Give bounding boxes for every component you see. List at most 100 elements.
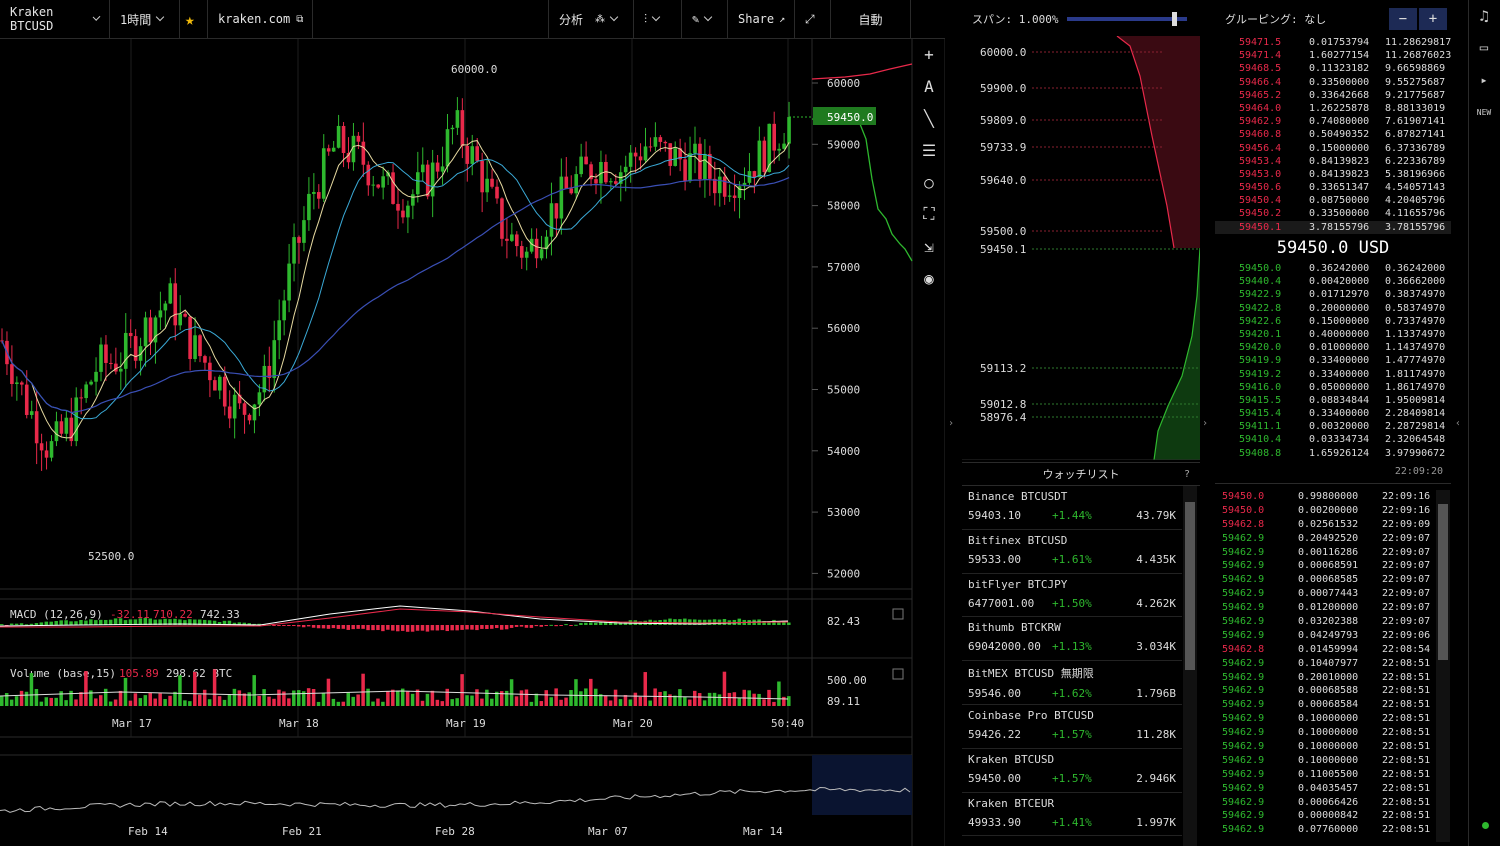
trade-amount: 0.20492520 [1298, 532, 1359, 544]
symbol-selector[interactable]: Kraken BTCUSD [0, 0, 110, 38]
scrollbar-thumb[interactable] [1438, 504, 1448, 660]
auto-scale-button[interactable]: 自動 [831, 0, 911, 38]
orderbook-row[interactable]: 59419.9 0.33400000 1.47774970 [1215, 354, 1451, 367]
increase-grouping-button[interactable]: + [1419, 8, 1447, 30]
fib-tool-icon[interactable]: ☰ [913, 134, 945, 166]
watchlist-item[interactable]: Bithumb BTCKRW 69042000.00 +1.13% 3.034K [962, 617, 1182, 662]
main-chart[interactable]: 60000 59000 58000 57000 56000 55000 54000 53000… [0, 39, 945, 846]
orderbook-row[interactable]: 59450.4 0.08750000 4.20405796 [1215, 194, 1451, 207]
order-price: 59453.0 [1239, 168, 1282, 180]
trade-row: 59462.9 0.20492520 22:09:07 [1222, 532, 1432, 546]
orderbook-row[interactable]: 59422.9 0.01712970 0.38374970 [1215, 288, 1451, 301]
watchlist-item[interactable]: Kraken BTCEUR 49933.90 +1.41% 1.997K [962, 793, 1182, 837]
text-tool-icon[interactable]: A [913, 70, 945, 102]
watchlist-scrollbar[interactable] [1183, 486, 1197, 846]
trade-amount: 0.11005500 [1298, 768, 1359, 780]
analysis-menu[interactable]: 分析 ⁂ [548, 0, 634, 38]
slider-handle[interactable] [1171, 12, 1177, 26]
candlestick-series [0, 97, 791, 471]
orderbook-row[interactable]: 59450.0 0.36242000 0.36242000 [1215, 262, 1451, 275]
terminal-icon[interactable]: ▸ [1469, 64, 1499, 96]
source-link[interactable]: kraken.com ⧉ [208, 0, 313, 38]
measure-tool-icon[interactable]: ⛶ [913, 198, 945, 230]
watchlist-volume: 11.28K [1136, 727, 1176, 741]
orderbook-row[interactable]: 59422.8 0.20000000 0.58374970 [1215, 302, 1451, 315]
orderbook-row[interactable]: 59422.6 0.15000000 0.73374970 [1215, 315, 1451, 328]
scrollbar-thumb[interactable] [1185, 502, 1195, 670]
watchlist-item[interactable]: Bitfinex BTCUSD 59533.00 +1.61% 4.435K [962, 530, 1182, 574]
orderbook-row[interactable]: 59410.4 0.03334734 2.32064548 [1215, 433, 1451, 446]
orderbook-row[interactable]: 59456.4 0.15000000 6.37336789 [1215, 142, 1451, 155]
circle-tool-icon[interactable]: ○ [913, 166, 945, 198]
orderbook-row[interactable]: 59411.1 0.00320000 2.28729814 [1215, 420, 1451, 433]
collapse-right-icon[interactable]: ‹ [1455, 418, 1461, 429]
orderbook-row[interactable]: 59415.5 0.08834844 1.95009814 [1215, 394, 1451, 407]
drawing-menu[interactable]: ✎ [682, 0, 728, 38]
order-price: 59465.2 [1239, 89, 1282, 101]
move-tool-icon[interactable]: ⇲ [913, 230, 945, 262]
interval-selector[interactable]: 1時間 [110, 0, 180, 38]
trades-scrollbar[interactable] [1436, 490, 1450, 842]
trade-amount: 0.00068591 [1298, 560, 1359, 572]
close-icon[interactable] [892, 608, 904, 620]
fullscreen-button[interactable]: ⤢ [795, 0, 831, 38]
orderbook-asks: 59471.5 0.01753794 11.28629817 59471.4 1.602… [1215, 36, 1451, 234]
collapse-left-icon[interactable]: › [1202, 418, 1208, 429]
navigator-window[interactable] [812, 755, 912, 815]
orderbook-row[interactable]: 59450.2 0.33500000 4.11655796 [1215, 207, 1451, 220]
orderbook-row[interactable]: 59420.1 0.40000000 1.13374970 [1215, 328, 1451, 341]
watchlist-item[interactable]: BitMEX BTCUSD 無期限 59546.00 +1.62% 1.796B [962, 661, 1182, 705]
watchlist-change: +1.62% [1052, 687, 1092, 701]
orderbook-row[interactable]: 59471.5 0.01753794 11.28629817 [1215, 36, 1451, 49]
time-tick: Mar 17 [112, 717, 152, 730]
trade-row: 59462.9 0.00068591 22:09:07 [1222, 559, 1432, 573]
decrease-grouping-button[interactable]: − [1389, 8, 1417, 30]
orderbook-row[interactable]: 59408.8 1.65926124 3.97990672 [1215, 447, 1451, 460]
favorite-star-icon[interactable]: ★ [180, 0, 208, 38]
depth-level-label: 60000.0 [980, 46, 1026, 59]
watchlist-item[interactable]: Binance BTCUSDT 59403.10 +1.44% 43.79K [962, 486, 1182, 530]
chat-icon[interactable]: ▭ [1469, 32, 1499, 64]
depth-level-label: 59640.0 [980, 174, 1026, 187]
orderbook-row[interactable]: 59420.0 0.01000000 1.14374970 [1215, 341, 1451, 354]
share-button[interactable]: Share ↗ [728, 0, 795, 38]
orderbook-row[interactable]: 59466.4 0.33500000 9.55275687 [1215, 76, 1451, 89]
orderbook-row[interactable]: 59415.4 0.33400000 2.28409814 [1215, 407, 1451, 420]
orderbook-row[interactable]: 59450.6 0.33651347 4.54057143 [1215, 181, 1451, 194]
close-icon[interactable] [892, 668, 904, 680]
collapse-left-icon[interactable]: › [948, 418, 954, 429]
orderbook-row[interactable]: 59419.2 0.33400000 1.81174970 [1215, 368, 1451, 381]
help-icon[interactable]: ? [1184, 469, 1190, 480]
span-slider[interactable] [1066, 12, 1187, 26]
orderbook-row[interactable]: 59468.5 0.11323182 9.66598869 [1215, 62, 1451, 75]
watchlist-item[interactable]: bitFlyer BTCJPY 6477001.00 +1.50% 4.262K [962, 574, 1182, 618]
bell-icon[interactable]: ♫ [1469, 0, 1499, 32]
order-price: 59420.0 [1239, 342, 1282, 354]
orderbook-bids: 59450.0 0.36242000 0.36242000 59440.4 0.0042… [1215, 262, 1451, 460]
watchlist-change: +1.61% [1052, 552, 1092, 566]
crosshair-icon[interactable]: + [913, 38, 945, 70]
share-label: Share [738, 12, 775, 26]
order-total: 7.61907141 [1385, 116, 1446, 128]
news-icon[interactable]: NEW [1469, 96, 1499, 128]
watchlist-item[interactable]: Kraken BTCUSD 59450.00 +1.57% 2.946K [962, 749, 1182, 793]
orderbook-row[interactable]: 59462.9 0.74080000 7.61907141 [1215, 115, 1451, 128]
orderbook-row[interactable]: 59416.0 0.05000000 1.86174970 [1215, 381, 1451, 394]
depth-chart: 60000.0 59900.0 59809.0 59733.9 59640.0 59500… [962, 36, 1200, 460]
orderbook-row[interactable]: 59460.8 0.50490352 6.87827141 [1215, 128, 1451, 141]
orderbook-row[interactable]: 59450.1 3.78155796 3.78155796 [1215, 220, 1451, 234]
order-price: 59410.4 [1239, 434, 1282, 446]
orderbook-row[interactable]: 59471.4 1.60277154 11.26876023 [1215, 49, 1451, 62]
orderbook-row[interactable]: 59453.4 0.84139823 6.22336789 [1215, 155, 1451, 168]
orderbook-row[interactable]: 59465.2 0.33642668 9.21775687 [1215, 89, 1451, 102]
orderbook-row[interactable]: 59453.0 0.84139823 5.38196966 [1215, 168, 1451, 181]
depth-level-label: 59500.0 [980, 225, 1026, 238]
eye-icon[interactable]: ◉ [913, 262, 945, 294]
watchlist-change: +1.13% [1052, 640, 1092, 654]
chart-type-menu[interactable]: ⫶ [634, 0, 682, 38]
orderbook-row[interactable]: 59464.0 1.26225878 8.88133019 [1215, 102, 1451, 115]
line-tool-icon[interactable]: ╲ [913, 102, 945, 134]
trade-amount: 0.00200000 [1298, 504, 1359, 516]
watchlist-item[interactable]: Coinbase Pro BTCUSD 59426.22 +1.57% 11.28K [962, 705, 1182, 749]
orderbook-row[interactable]: 59440.4 0.00420000 0.36662000 [1215, 275, 1451, 288]
